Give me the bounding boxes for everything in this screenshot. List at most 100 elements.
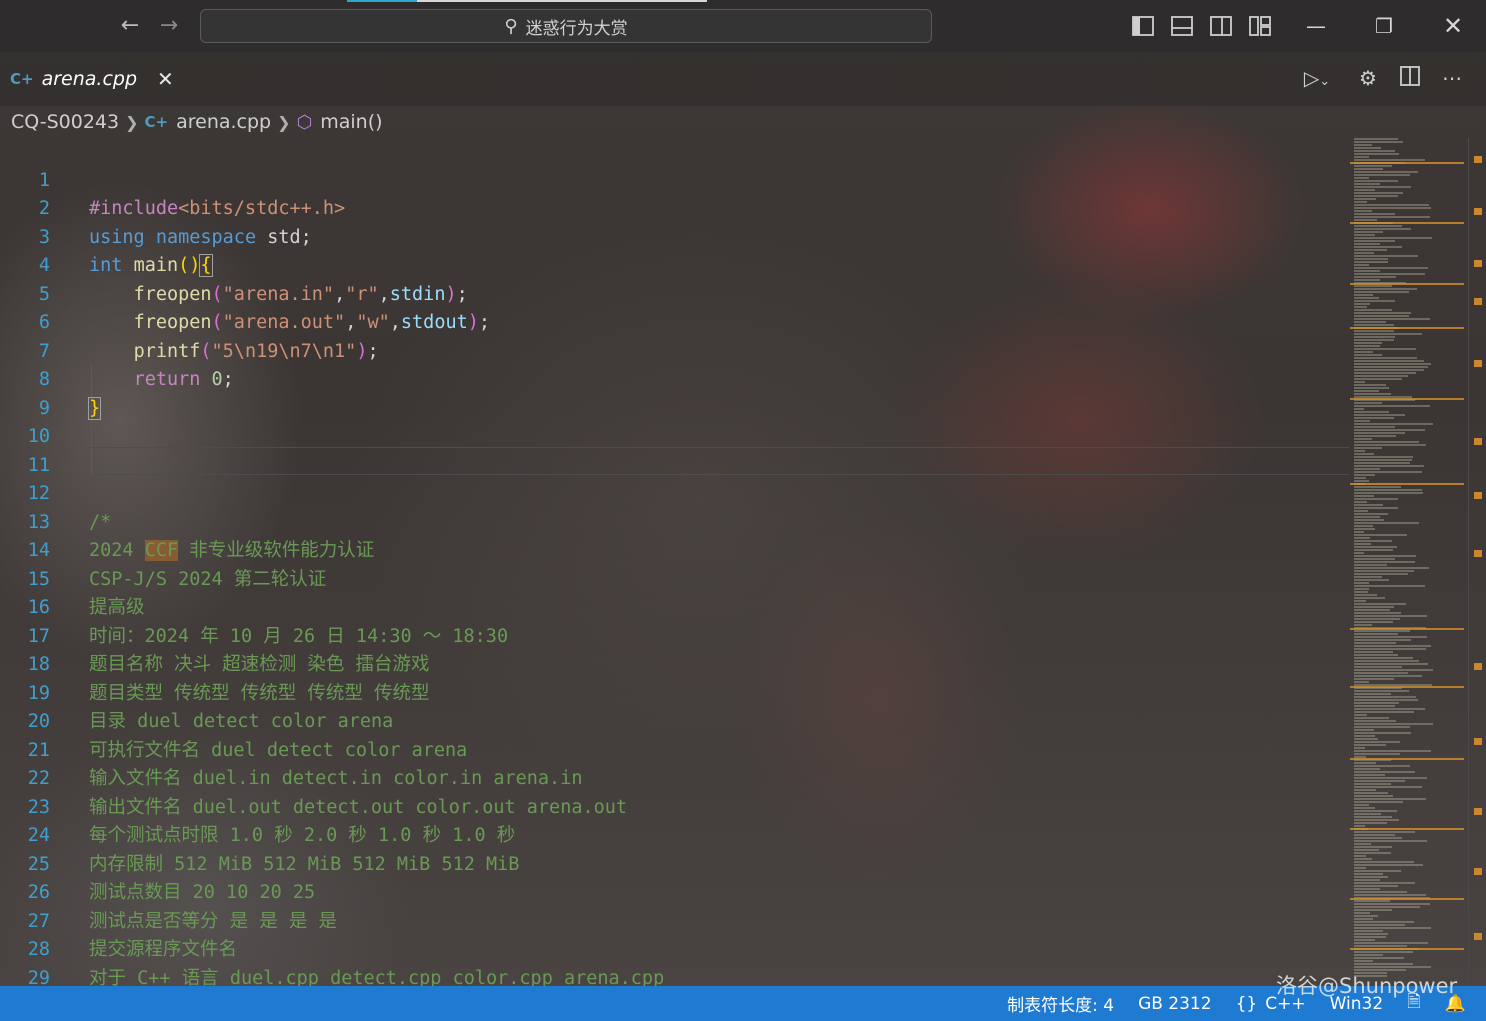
code-line[interactable]: 15 提高级 (0, 537, 1350, 619)
code-line[interactable]: 3 int main(){ (0, 195, 1350, 277)
close-icon[interactable]: ✕ (1425, 0, 1481, 52)
minimap-match-marker (1350, 222, 1464, 224)
code-line[interactable]: 16 时间：2024 年 10 月 26 日 14:30 ～ 18:30 (0, 566, 1350, 647)
minimap-line (1354, 918, 1373, 920)
code-line[interactable]: 18 题目类型 传统型 传统型 传统型 传统型 (0, 623, 1350, 704)
code-line[interactable]: 26 测试点是否等分 是 是 是 是 (0, 851, 1350, 932)
restore-icon[interactable]: ❐ (1356, 0, 1412, 52)
code-line[interactable]: 20 可执行文件名 duel detect color arena (0, 680, 1350, 761)
minimap-line (1354, 951, 1413, 953)
tab-size-status[interactable]: 制表符长度: 4 (1007, 991, 1114, 1016)
code-line[interactable]: 24 内存限制 512 MiB 512 MiB 512 MiB 512 MiB (0, 794, 1350, 875)
split-editor-icon[interactable] (1396, 64, 1424, 92)
gear-icon[interactable]: ⚙ (1354, 64, 1382, 92)
minimap-line (1354, 429, 1425, 431)
encoding-status[interactable]: GB 2312 (1138, 994, 1212, 1014)
code-line[interactable]: 19 目录 duel detect color arena (0, 651, 1350, 733)
toggle-secondary-sidebar-icon[interactable] (1208, 13, 1234, 39)
minimap-line (1354, 900, 1390, 902)
code-line[interactable]: 6 printf("5\n19\n7\n1"); (0, 281, 1350, 362)
code-line[interactable]: 22 输出文件名 duel.out detect.out color.out a… (0, 737, 1350, 818)
minimap-line (1354, 558, 1395, 560)
minimap-line (1354, 753, 1400, 755)
scrollbar-marker (1474, 298, 1482, 305)
minimap-line (1354, 891, 1407, 893)
arrow-left-icon[interactable]: ← (116, 12, 144, 40)
code-line[interactable]: 14 CSP-J/S 2024 第二轮认证 (0, 509, 1350, 590)
code-line[interactable]: 23 每个测试点时限 1.0 秒 2.0 秒 1.0 秒 1.0 秒 (0, 765, 1350, 847)
code-line[interactable]: 4 freopen("arena.in","r",stdin); (0, 224, 1350, 305)
code-line[interactable]: 27 提交源程序文件名 (0, 879, 1350, 961)
minimap-line (1354, 384, 1386, 386)
code-line[interactable]: 17 题目名称 决斗 超速检测 染色 擂台游戏 (0, 594, 1350, 676)
minimap-line (1354, 645, 1431, 647)
code-line[interactable]: 29 编译选项 (0, 936, 1350, 987)
minimap-line (1354, 174, 1410, 176)
minimap-line (1354, 267, 1428, 269)
minimap-line (1354, 792, 1388, 794)
minimap-line (1354, 690, 1409, 692)
breadcrumb-file[interactable]: arena.cpp (176, 111, 271, 133)
toggle-primary-sidebar-icon[interactable] (1130, 13, 1156, 39)
minimap-line (1354, 390, 1379, 392)
code-line[interactable]: 1 #include<bits/stdc++.h> (0, 138, 1350, 220)
code-line[interactable]: 8 } (0, 338, 1350, 420)
minimap-line (1354, 480, 1369, 482)
tab-arena-cpp[interactable]: C+ arena.cpp ✕ (0, 52, 174, 106)
minimap-line (1354, 864, 1423, 866)
minimap-line (1354, 297, 1379, 299)
minimap-line (1354, 855, 1366, 857)
minimap-line (1354, 825, 1365, 827)
minimap-line (1354, 720, 1396, 722)
breadcrumb-symbol[interactable]: main() (320, 111, 382, 133)
minimap-match-marker (1350, 758, 1464, 760)
minimap-line (1354, 213, 1395, 215)
toggle-panel-icon[interactable] (1169, 13, 1195, 39)
run-debug-icon[interactable]: ▷⌄ (1294, 64, 1340, 92)
minimap-line (1354, 543, 1371, 545)
minimap-line (1354, 381, 1365, 383)
minimap-line (1354, 537, 1370, 539)
code-line[interactable]: 21 输入文件名 duel.in detect.in color.in aren… (0, 708, 1350, 790)
code-line[interactable]: 7 return 0; (0, 309, 1350, 391)
minimap-match-marker (1350, 686, 1464, 688)
arrow-right-icon[interactable]: → (155, 12, 183, 40)
minimap-line (1354, 600, 1366, 602)
minimap-line (1354, 681, 1369, 683)
minimap[interactable] (1350, 138, 1468, 986)
minimap-line (1354, 498, 1398, 500)
code-line[interactable]: 12 /* (0, 452, 1350, 533)
customize-layout-icon[interactable] (1247, 13, 1273, 39)
minimap-line (1354, 963, 1413, 965)
code-line[interactable]: 13 2024 CCF 非专业级软件能力认证 (0, 480, 1350, 561)
code-line[interactable]: 2 using namespace std; (0, 167, 1350, 248)
code-line[interactable]: 5 freopen("arena.out","w",stdout); (0, 252, 1350, 334)
code-line[interactable]: 10 (0, 395, 1350, 447)
code-line[interactable]: 9 (0, 366, 1350, 419)
minimap-line (1354, 798, 1426, 800)
minimap-line (1354, 732, 1411, 734)
minimap-line (1354, 894, 1426, 896)
minimap-line (1354, 513, 1388, 515)
vertical-scrollbar[interactable] (1468, 138, 1486, 986)
minimap-line (1354, 204, 1429, 206)
chevron-right-icon: ❯ (125, 112, 139, 132)
minimap-line (1354, 789, 1376, 791)
minimap-line (1354, 639, 1411, 641)
breadcrumb-folder[interactable]: CQ-S00243 (11, 111, 119, 133)
minimap-line (1354, 309, 1392, 311)
status-bar: 制表符长度: 4 GB 2312 {} C++ Win32 🗎 🔔 (0, 986, 1486, 1021)
code-line[interactable]: 28 对于 C++ 语言 duel.cpp detect.cpp color.c… (0, 908, 1350, 986)
more-actions-icon[interactable]: ⋯ (1438, 64, 1466, 92)
minimize-icon[interactable]: — (1288, 0, 1344, 52)
minimap-line (1354, 771, 1415, 773)
code-line[interactable]: 25 测试点数目 20 10 20 25 (0, 822, 1350, 904)
scrollbar-marker (1474, 550, 1482, 557)
code-line[interactable]: 30 对于 C++ 语言 -O2 -std=c++14 -static (0, 965, 1350, 987)
minimap-line (1354, 156, 1369, 158)
command-center-search[interactable]: ⚲ 迷惑行为大赏 (200, 9, 932, 43)
code-line[interactable]: 11 (0, 423, 1350, 476)
close-tab-icon[interactable]: ✕ (157, 67, 174, 91)
minimap-line (1354, 561, 1415, 563)
code-editor[interactable]: 1 #include<bits/stdc++.h> 2 using namesp… (0, 138, 1350, 986)
